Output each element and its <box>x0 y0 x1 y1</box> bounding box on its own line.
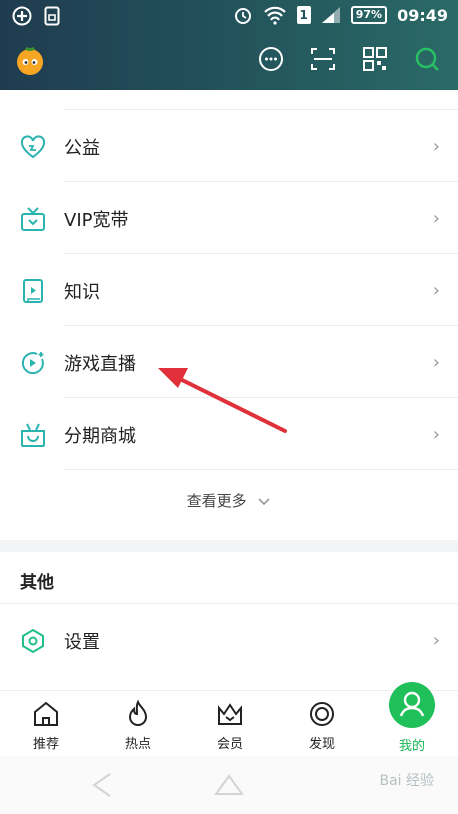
heart-icon <box>20 135 46 159</box>
section-gap <box>0 540 458 552</box>
home-icon <box>34 701 58 726</box>
battery-indicator: 97% <box>350 6 388 24</box>
settings-icon <box>22 628 44 654</box>
search-icon[interactable] <box>412 44 442 74</box>
wifi-icon <box>263 6 286 25</box>
status-bar: 1 97% 09:49 <box>0 0 458 34</box>
menu-item-label: 公益 <box>64 138 100 159</box>
chevron-right-icon: › <box>432 630 440 651</box>
menu-item-label: VIP宽带 <box>64 210 129 231</box>
app-header: 1 97% 09:49 <box>0 0 458 90</box>
profile-tab-button[interactable] <box>389 682 435 728</box>
chevron-right-icon: › <box>432 424 440 445</box>
menu-item-knowledge[interactable]: 知识 › <box>0 254 458 326</box>
qr-code-icon[interactable] <box>360 44 390 74</box>
clipboard-icon <box>44 6 60 26</box>
broadband-icon <box>21 207 45 231</box>
divider <box>64 469 458 470</box>
tab-recommend[interactable]: 推荐 <box>16 699 76 752</box>
chevron-right-icon: › <box>432 280 440 301</box>
menu-item-vip-broadband[interactable]: VIP宽带 › <box>0 182 458 254</box>
menu-item-label: 游戏直播 <box>64 354 136 375</box>
shopping-bag-icon <box>21 423 45 447</box>
plus-circle-icon <box>12 6 32 26</box>
tab-label: 推荐 <box>32 737 59 752</box>
back-icon[interactable] <box>90 772 114 798</box>
tab-hot[interactable]: 热点 <box>108 699 168 752</box>
tab-label: 会员 <box>216 737 243 752</box>
tab-member[interactable]: 会员 <box>200 699 260 752</box>
flame-icon <box>128 699 148 726</box>
clock-time: 09:49 <box>397 5 448 25</box>
sim-badge: 1 <box>296 6 311 24</box>
avatar[interactable] <box>14 44 46 76</box>
book-icon <box>23 279 43 303</box>
game-live-icon <box>21 352 44 375</box>
scan-icon[interactable] <box>308 44 338 74</box>
top-toolbar <box>0 38 458 84</box>
menu-item-label: 知识 <box>64 282 100 303</box>
alarm-icon <box>234 8 251 24</box>
signal-icon <box>321 7 340 23</box>
home-nav-icon[interactable] <box>214 772 244 796</box>
chevron-right-icon: › <box>432 352 440 373</box>
menu-item-label: 分期商城 <box>64 426 136 447</box>
chevron-right-icon: › <box>432 208 440 229</box>
tab-label: 我的 <box>398 739 425 754</box>
tab-discover[interactable]: 发现 <box>292 699 352 752</box>
profile-icon <box>399 691 425 717</box>
chevron-down-icon <box>258 497 270 505</box>
tab-label: 发现 <box>308 737 335 752</box>
watermark: Bai 经验 <box>379 773 434 789</box>
discover-icon <box>310 702 334 726</box>
message-icon[interactable] <box>256 44 286 74</box>
menu-item-label: 设置 <box>64 632 100 653</box>
tab-label: 热点 <box>124 737 151 752</box>
tab-profile[interactable]: 我的 <box>382 731 442 754</box>
chevron-right-icon: › <box>432 136 440 157</box>
view-more-label: 查看更多 <box>186 492 247 510</box>
menu-item-charity[interactable]: 公益 › <box>0 110 458 182</box>
view-more-button[interactable]: 查看更多 <box>0 490 458 511</box>
annotation-arrow-icon <box>158 368 287 433</box>
menu-item-settings[interactable]: 设置 › <box>0 604 458 676</box>
section-title-other: 其他 <box>20 573 54 593</box>
crown-icon <box>218 703 242 725</box>
